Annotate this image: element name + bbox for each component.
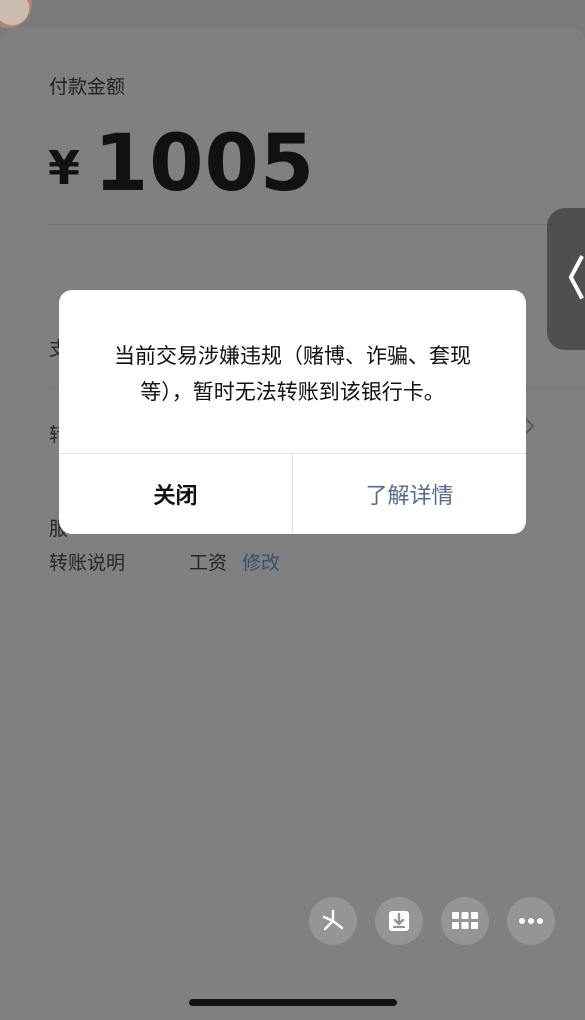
note-label: 转账说明 (49, 552, 126, 574)
side-collapse-handle[interactable]: 〈 (547, 208, 585, 350)
corner-avatar (0, 0, 32, 28)
save-button[interactable] (375, 897, 423, 945)
download-box-icon (389, 911, 409, 931)
amount-value: 1005 (94, 119, 316, 209)
more-dots-icon (519, 918, 543, 924)
learn-more-button[interactable]: 了解详情 (293, 454, 526, 534)
amount-label: 付款金额 (49, 76, 126, 98)
currency-symbol: ¥ (48, 141, 81, 195)
amount-display: ¥ 1005 (48, 125, 315, 203)
close-button[interactable]: 关闭 (59, 454, 292, 534)
chevron-left-icon: 〈 (547, 252, 585, 306)
more-button[interactable] (507, 897, 555, 945)
grid-icon (452, 912, 478, 929)
pinwheel-button[interactable] (309, 897, 357, 945)
note-value: 工资 (189, 552, 228, 574)
dialog-message: 当前交易涉嫌违规（赌博、诈骗、套现等），暂时无法转账到该银行卡。 (114, 344, 471, 404)
home-indicator[interactable] (189, 999, 397, 1006)
alert-dialog: 当前交易涉嫌违规（赌博、诈骗、套现等），暂时无法转账到该银行卡。 关闭 了解详情 (59, 290, 526, 534)
apps-button[interactable] (441, 897, 489, 945)
divider (48, 224, 585, 225)
note-edit-link[interactable]: 修改 (242, 548, 280, 575)
pinwheel-icon (322, 909, 344, 931)
